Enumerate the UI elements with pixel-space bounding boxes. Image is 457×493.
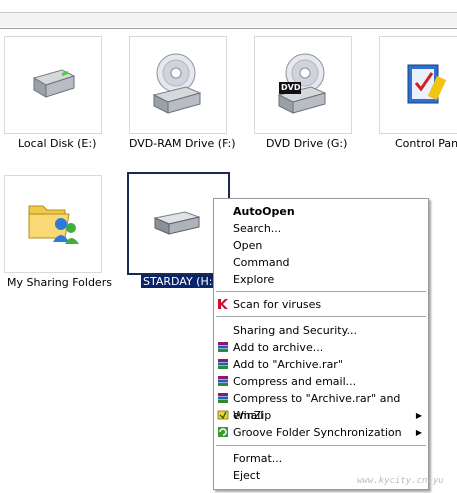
drive-tile-dvd-ram-f[interactable] bbox=[129, 36, 227, 134]
dvd-badge: DVD bbox=[281, 83, 301, 92]
menu-item-scan-for-viruses[interactable]: Scan for viruses bbox=[214, 296, 428, 313]
header-bar bbox=[0, 12, 457, 27]
menu-item-winzip[interactable]: WinZip ▶ bbox=[214, 407, 428, 424]
removable-disk-icon bbox=[153, 211, 201, 235]
menu-item-sharing-and-security[interactable]: Sharing and Security... bbox=[214, 322, 428, 339]
winrar-icon bbox=[218, 393, 228, 403]
winrar-icon bbox=[218, 359, 228, 369]
menu-item-compress-and-email[interactable]: Compress and email... bbox=[214, 373, 428, 390]
menu-item-add-to-archive-rar[interactable]: Add to "Archive.rar" bbox=[214, 356, 428, 373]
kaspersky-icon bbox=[218, 299, 228, 309]
hard-disk-icon bbox=[32, 69, 76, 98]
drive-tile-my-sharing-folders[interactable] bbox=[4, 175, 102, 273]
drive-label-dvd-ram-f: DVD-RAM Drive (F:) bbox=[129, 137, 236, 150]
menu-item-format[interactable]: Format... bbox=[214, 450, 428, 467]
watermark: www.kycity.cn.yu bbox=[357, 476, 444, 486]
winrar-icon bbox=[218, 376, 228, 386]
drive-label-control-panel: Control Panel bbox=[395, 137, 457, 150]
menu-item-command[interactable]: Command bbox=[214, 254, 428, 271]
winrar-icon bbox=[218, 342, 228, 352]
drive-label-starday-h[interactable]: STARDAY (H:) bbox=[141, 275, 219, 288]
submenu-arrow-icon: ▶ bbox=[415, 428, 422, 437]
groove-icon bbox=[218, 427, 228, 437]
sharing-folder-icon bbox=[28, 205, 79, 244]
drive-tile-dvd-g[interactable]: DVD bbox=[254, 36, 352, 134]
winzip-icon bbox=[217, 410, 229, 420]
drive-label-my-sharing-folders: My Sharing Folders bbox=[7, 276, 112, 289]
context-menu: AutoOpen Search... Open Command Explore … bbox=[213, 198, 429, 490]
menu-separator bbox=[216, 316, 426, 318]
drive-label-dvd-g: DVD Drive (G:) bbox=[266, 137, 348, 150]
drive-label-local-disk-e: Local Disk (E:) bbox=[18, 137, 97, 150]
drive-tile-control-panel[interactable] bbox=[379, 36, 457, 134]
drive-tile-local-disk-e[interactable] bbox=[4, 36, 102, 134]
menu-item-search[interactable]: Search... bbox=[214, 220, 428, 237]
window-header-strip bbox=[0, 0, 457, 29]
menu-item-groove-folder-synchronization[interactable]: Groove Folder Synchronization ▶ bbox=[214, 424, 428, 441]
menu-item-open[interactable]: Open bbox=[214, 237, 428, 254]
dvd-ram-drive-icon bbox=[152, 53, 202, 114]
menu-separator bbox=[216, 445, 426, 447]
menu-item-compress-to-archive-rar-and-email[interactable]: Compress to "Archive.rar" and email bbox=[214, 390, 428, 422]
menu-item-autoopen[interactable]: AutoOpen bbox=[214, 203, 428, 220]
control-panel-icon bbox=[407, 64, 447, 104]
menu-item-explore[interactable]: Explore bbox=[214, 271, 428, 288]
menu-item-add-to-archive[interactable]: Add to archive... bbox=[214, 339, 428, 356]
submenu-arrow-icon: ▶ bbox=[415, 411, 422, 420]
menu-separator bbox=[216, 291, 426, 293]
